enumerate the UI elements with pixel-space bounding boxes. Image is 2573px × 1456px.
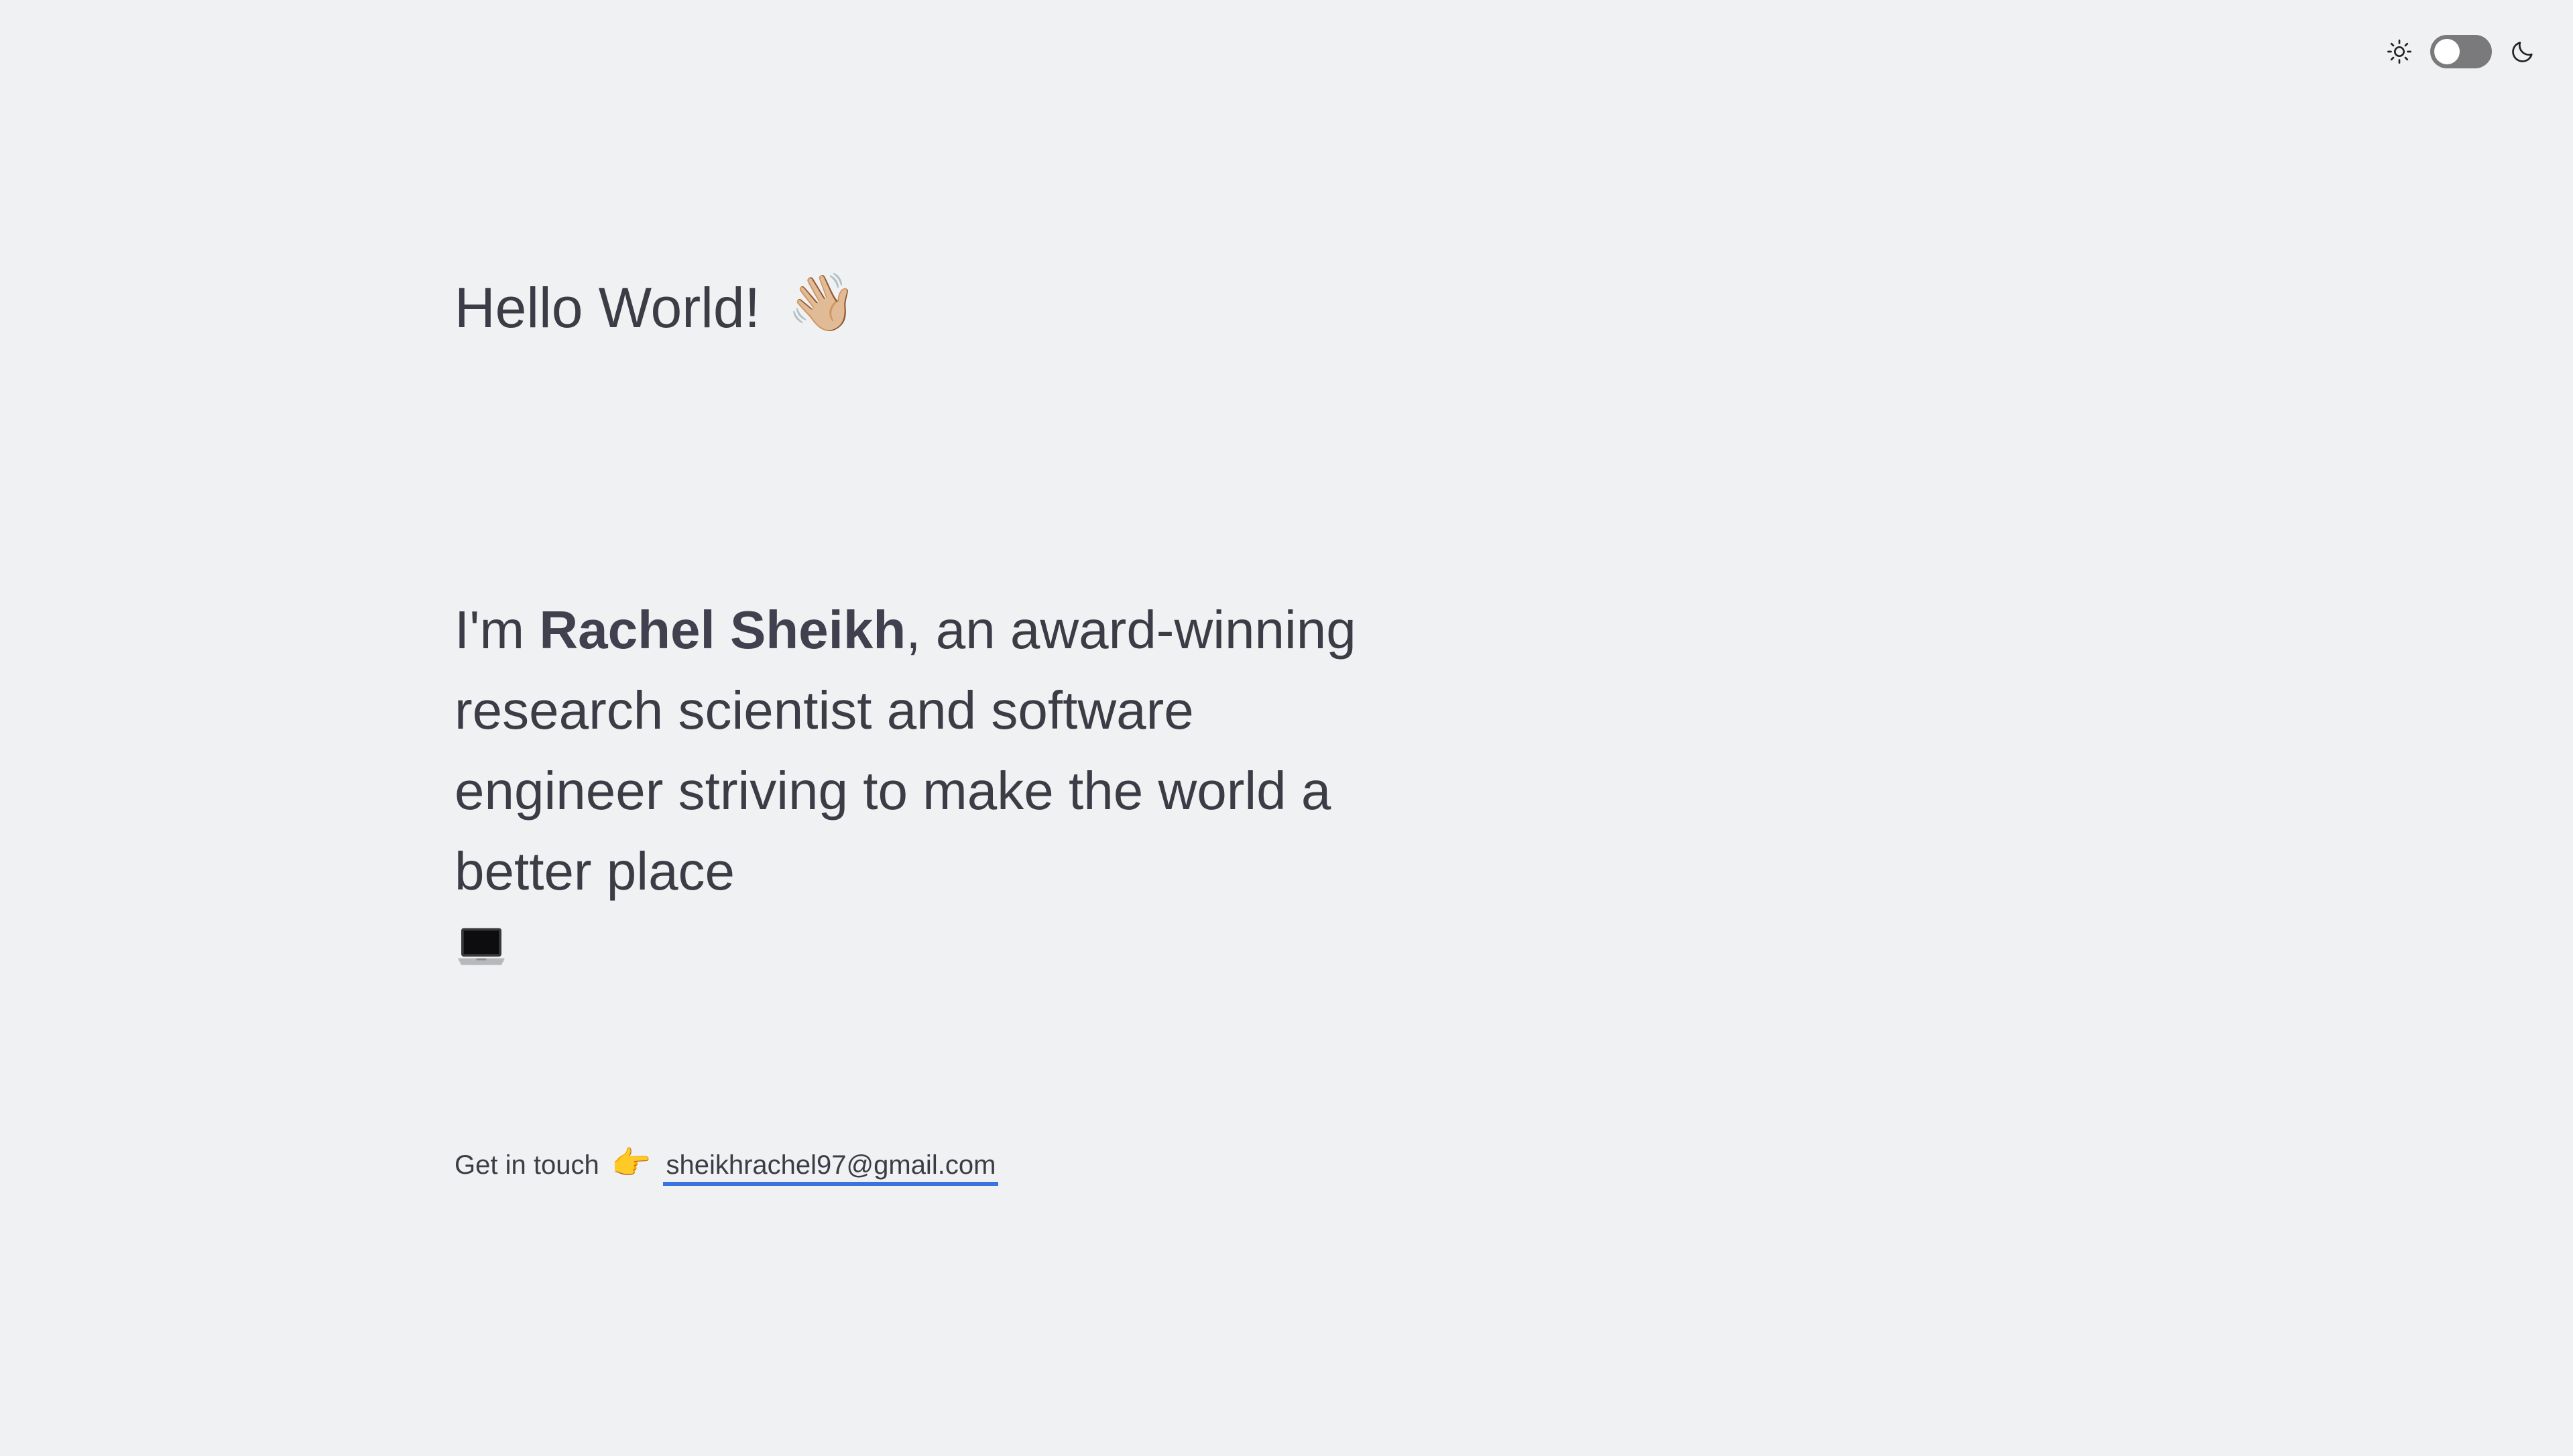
switch-knob <box>2434 39 2460 64</box>
laptop-icon <box>458 928 505 965</box>
theme-toggle <box>2386 35 2536 68</box>
email-link[interactable]: sheikhrachel97@gmail.com <box>663 1150 999 1186</box>
greeting-text: Hello World! <box>455 276 760 339</box>
dark-mode-switch[interactable] <box>2430 35 2492 68</box>
sun-icon <box>2387 40 2411 64</box>
contact-line: Get in touch 👉 sheikhrachel97@gmail.com <box>455 1144 999 1186</box>
intro-prefix: I'm <box>455 600 540 660</box>
greeting-heading: Hello World! 👋🏼 <box>455 269 857 341</box>
intro-name: Rachel Sheikh <box>539 600 906 660</box>
contact-label: Get in touch <box>455 1150 599 1180</box>
page: Hello World! 👋🏼 I'm Rachel Sheikh, an aw… <box>0 0 2573 1456</box>
moon-icon <box>2512 42 2533 62</box>
intro-paragraph: I'm Rachel Sheikh, an award-winning rese… <box>455 590 1393 973</box>
pointing-right-icon: 👉 <box>611 1144 652 1182</box>
waving-hand-icon: 👋🏼 <box>786 269 857 335</box>
